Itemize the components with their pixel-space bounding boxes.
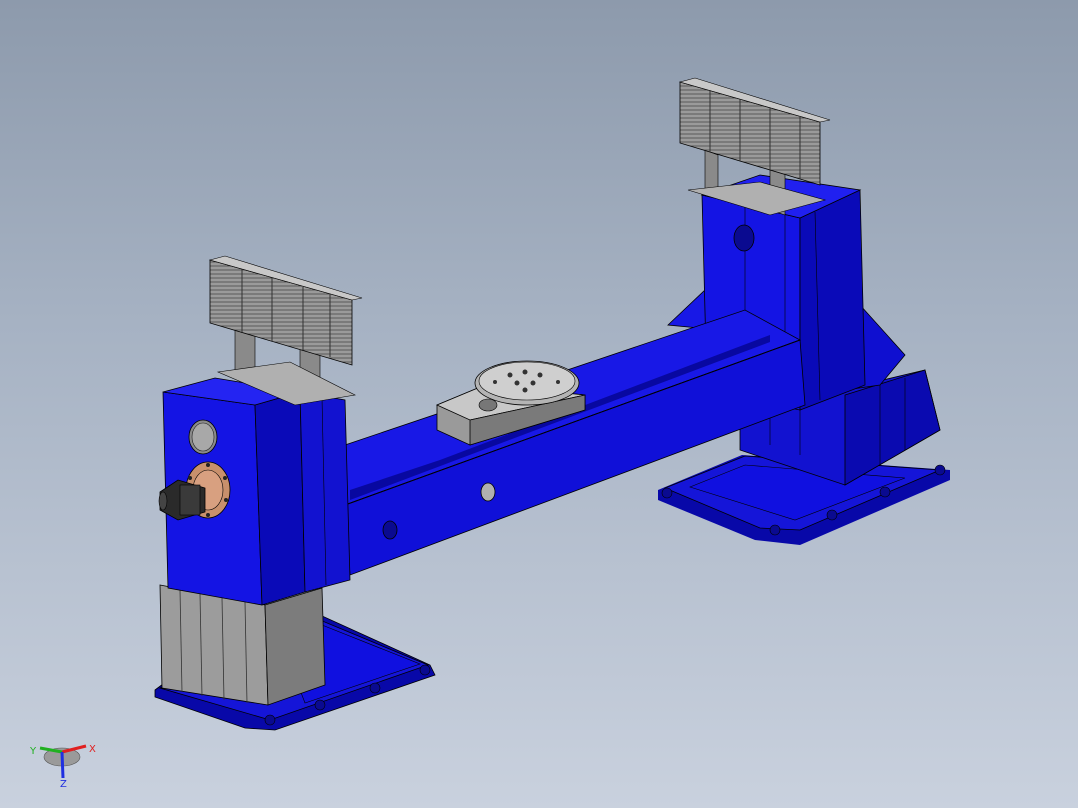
main-beam [344,309,806,576]
triad-x-label: X [89,744,96,755]
left-pedestal-base [159,584,326,706]
triad-z-label: Z [60,779,67,790]
cad-viewport[interactable]: X Y Z [0,0,1078,808]
orientation-triad[interactable]: X Y Z [29,744,96,790]
triad-y-label: Y [29,746,37,757]
positioner-model[interactable]: X Y Z [0,0,1078,808]
triad-z-axis [60,751,65,779]
